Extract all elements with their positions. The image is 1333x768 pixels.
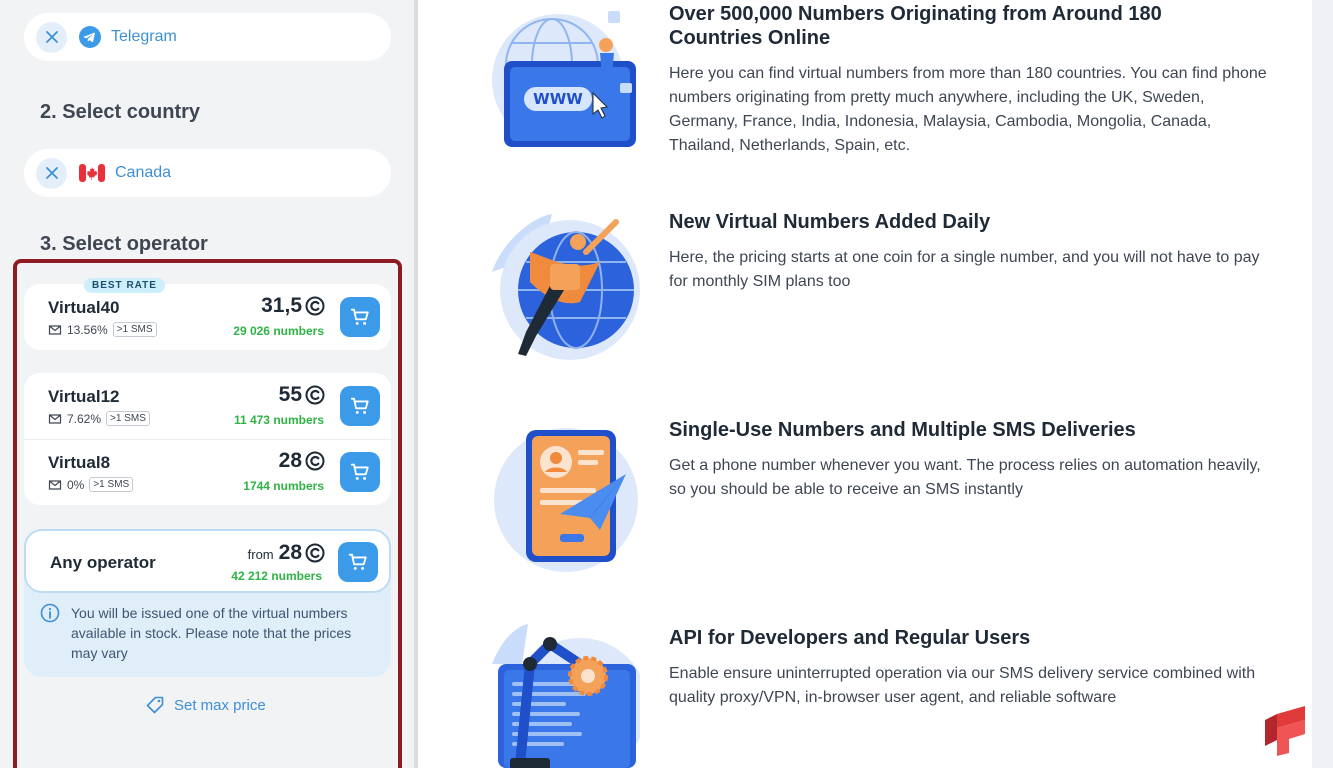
feature-description: Here, the pricing starts at one coin for…	[669, 249, 1260, 290]
coin-icon	[305, 451, 325, 471]
selected-service-pill[interactable]: Telegram	[24, 13, 391, 61]
step-2-title: 2. Select country	[40, 101, 201, 123]
operator-row[interactable]: Virtual12 7.62% >1 SMS 55 11 473 numbers	[24, 373, 391, 439]
envelope-icon	[48, 324, 62, 335]
delivery-rate: 0%	[67, 477, 85, 492]
page-gutter	[1312, 0, 1333, 768]
feature-title: Over 500,000 Numbers Originating from Ar…	[669, 3, 1162, 49]
buy-button[interactable]	[340, 452, 380, 492]
operator-name: Virtual8	[48, 453, 111, 472]
selected-country-pill[interactable]: Canada	[24, 149, 391, 197]
coin-icon	[305, 296, 325, 316]
phone-profile-illustration	[494, 428, 638, 572]
delivery-rate: 7.62%	[67, 411, 102, 426]
coin-icon	[305, 543, 325, 563]
www-globe-illustration: WWW	[492, 11, 636, 147]
robot-arm-illustration	[492, 624, 640, 768]
price-tag-icon	[146, 696, 164, 714]
operator-name: Virtual12	[48, 387, 120, 406]
set-max-price-link[interactable]: Set max price	[146, 696, 266, 714]
close-icon	[45, 167, 58, 179]
numbers-count: 42 212 numbers	[231, 569, 322, 583]
best-rate-badge: BEST RATE	[84, 278, 165, 293]
price-from-label: from	[247, 547, 274, 562]
numbers-count: 11 473 numbers	[233, 413, 324, 427]
numbers-count: 29 026 numbers	[233, 324, 324, 338]
buy-button[interactable]	[340, 386, 380, 426]
operator-card-virtual40: Virtual40 13.56% >1 SMS 31,5 29 026 numb…	[24, 284, 391, 350]
operator-meta: 13.56% >1 SMS	[48, 322, 157, 337]
canada-flag-icon	[79, 164, 105, 182]
feature-description: Enable ensure uninterrupted operation vi…	[669, 665, 1256, 706]
feature-title: Single-Use Numbers and Multiple SMS Deli…	[669, 419, 1136, 441]
any-operator-price: from 28	[248, 541, 325, 565]
operator-meta: 7.62% >1 SMS	[48, 411, 150, 426]
operator-price: 55	[279, 383, 325, 407]
cart-icon	[350, 308, 369, 325]
order-sidebar: Telegram 2. Select country Canada 3. Sel…	[0, 0, 414, 768]
country-label: Canada	[115, 164, 172, 181]
buy-button[interactable]	[340, 297, 380, 337]
sms-count-tag: >1 SMS	[112, 322, 157, 337]
sms-count-tag: >1 SMS	[106, 411, 150, 426]
operator-card-group: Virtual12 7.62% >1 SMS 55 11 473 numbers…	[24, 373, 391, 505]
price-value: 55	[278, 383, 302, 406]
feature-description: Get a phone number whenever you want. Th…	[669, 457, 1261, 498]
www-text: WWW	[533, 90, 583, 108]
clear-service-button[interactable]	[36, 21, 67, 53]
operator-meta: 0% >1 SMS	[48, 477, 134, 492]
price-value: 28	[278, 449, 302, 472]
operator-name: Virtual40	[48, 298, 120, 317]
price-value: 31,5	[261, 294, 302, 317]
cart-icon	[348, 553, 367, 570]
envelope-icon	[48, 413, 62, 424]
operator-row[interactable]: Virtual8 0% >1 SMS 28 1744 numbers	[24, 439, 391, 505]
numbers-count: 1744 numbers	[243, 479, 324, 493]
step-3-title: 3. Select operator	[40, 233, 208, 255]
operator-price: 31,5	[261, 294, 325, 318]
close-icon	[45, 31, 58, 43]
operator-price: 28	[279, 449, 325, 473]
feature-title: API for Developers and Regular Users	[669, 627, 1031, 649]
any-operator-card[interactable]: Any operator from 28 42 212 numbers	[24, 529, 391, 593]
feature-title: New Virtual Numbers Added Daily	[669, 211, 991, 233]
globe-flying-person-illustration	[492, 214, 640, 360]
coin-icon	[305, 385, 325, 405]
any-operator-section: Any operator from 28 42 212 numbers You …	[24, 529, 391, 677]
delivery-rate: 13.56%	[67, 322, 108, 337]
operator-row[interactable]: Virtual40 13.56% >1 SMS 31,5 29 026 numb…	[24, 284, 391, 350]
any-operator-name: Any operator	[50, 553, 156, 572]
telegram-icon	[79, 26, 101, 48]
price-value: 28	[278, 541, 302, 564]
cart-icon	[350, 463, 369, 480]
cart-icon	[350, 397, 369, 414]
clear-country-button[interactable]	[36, 157, 67, 189]
buy-any-button[interactable]	[338, 542, 378, 582]
feature-description: Here you can find virtual numbers from m…	[669, 65, 1267, 154]
any-operator-info: You will be issued one of the virtual nu…	[71, 605, 352, 661]
info-icon	[40, 603, 60, 623]
sms-count-tag: >1 SMS	[89, 477, 134, 492]
brand-logo-icon	[1265, 706, 1305, 756]
set-max-price-label: Set max price	[174, 696, 266, 714]
envelope-icon	[48, 479, 62, 490]
service-label: Telegram	[111, 28, 177, 45]
